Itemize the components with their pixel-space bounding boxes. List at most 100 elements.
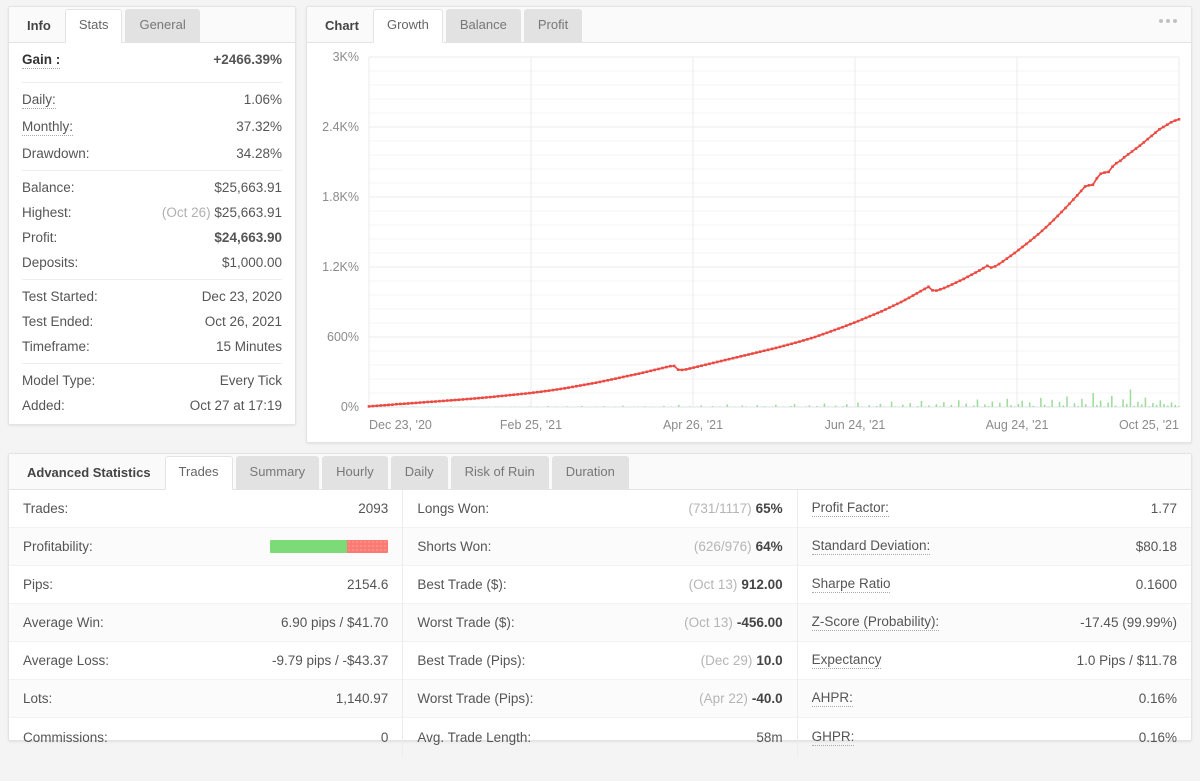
svg-text:2.4K%: 2.4K% [322,120,359,134]
stats-row-amount: -40.0 [751,691,783,706]
stat-value-test-ended: Oct 26, 2021 [204,314,282,329]
stats-row-label: GHPR: [811,728,855,746]
stats-row-label: Standard Deviation: [811,538,931,555]
stats-row-value: (Oct 13) -456.00 [684,615,783,630]
tab-balance[interactable]: Balance [445,9,521,42]
tab-hourly[interactable]: Hourly [322,456,388,489]
stats-row-label: Best Trade (Pips): [417,653,526,668]
stats-row-amount: 64% [755,539,783,554]
stat-label-deposits: Deposits: [22,255,79,270]
stat-row-model-type: Model Type: Every Tick [9,368,295,393]
stats-row: Trades: 2093 [9,490,403,528]
stats-row: Sharpe Ratio 0.1600 [797,566,1191,604]
stats-row-label: Shorts Won: [417,539,492,554]
stat-value-gain: +2466.39% [213,52,282,67]
stat-value-deposits: $1,000.00 [221,255,282,270]
svg-text:3K%: 3K% [333,50,359,64]
stat-value-profit: $24,663.90 [214,230,282,245]
stats-row-value: (Oct 13) 912.00 [689,577,783,592]
stat-label-test-started: Test Started: [22,289,98,304]
stats-row-amount: -9.79 pips / -$43.37 [272,653,389,668]
stat-value-model-type: Every Tick [219,373,282,388]
svg-text:Aug 24, '21: Aug 24, '21 [986,418,1049,432]
stats-row-label: Profitability: [23,539,93,554]
stats-row-value: (626/976) 64% [694,539,783,554]
stat-value-test-started: Dec 23, 2020 [201,289,282,304]
stats-row-value: 0.16% [1139,691,1177,706]
growth-chart-svg: 0% 600% 1.2K% 1.8K% 2.4K% 3K% Dec 23, '20 Feb 2… [322,50,1181,432]
tab-growth[interactable]: Growth [372,9,443,43]
tab-daily[interactable]: Daily [390,456,448,489]
svg-text:600%: 600% [327,330,359,344]
divider [22,82,282,83]
stats-row: AHPR: 0.16% [797,680,1191,718]
stats-row-label: Worst Trade (Pips): [417,691,534,706]
stats-row-amount: 2154.6 [347,577,389,592]
stats-row-amount: -456.00 [736,615,783,630]
stats-column-3: Profit Factor: 1.77 Standard Deviation: $80… [797,490,1191,756]
stats-row: Lots: 1,140.97 [9,680,403,718]
stat-row-gain: Gain : +2466.39% [9,43,295,78]
stats-row-label: Average Loss: [23,653,110,668]
advanced-statistics-panel: Advanced Statistics Trades Summary Hourl… [8,453,1192,756]
svg-text:1.8K%: 1.8K% [322,190,359,204]
stat-row-balance: Balance: $25,663.91 [9,175,295,200]
stats-row-prefix: (731/1117) [688,501,752,516]
tab-general[interactable]: General [125,9,200,42]
stats-row-prefix: (Oct 13) [684,615,733,630]
stats-row-value: -9.79 pips / -$43.37 [272,653,388,668]
stats-row-label: Worst Trade ($): [417,615,515,630]
stats-row-amount: 0.16% [1138,729,1177,745]
stat-prefix-highest: (Oct 26) [161,205,211,220]
stats-row-label: Expectancy [811,652,882,669]
stats-row-amount: 2093 [358,501,389,516]
stats-row-prefix: (626/976) [693,539,752,554]
stats-row-label: Average Win: [23,615,104,630]
svg-text:1.2K%: 1.2K% [322,260,359,274]
stats-row: Shorts Won: (626/976) 64% [403,528,797,566]
stats-row-value: 2154.6 [347,577,388,592]
stats-row-value: (Dec 29) 10.0 [701,653,783,668]
stat-value-monthly: 37.32% [236,119,282,134]
stats-row-label: Lots: [23,691,53,706]
stats-row-amount: 1.77 [1150,501,1177,516]
tab-risk-of-ruin[interactable]: Risk of Ruin [450,456,549,489]
stats-row: Worst Trade ($): (Oct 13) -456.00 [403,604,797,642]
chart-panel: Chart Growth Balance Profit 0% 600% 1.2K% 1… [306,6,1192,443]
profitability-bar [270,540,389,553]
stat-row-daily: Daily: 1.06% [9,87,295,114]
stats-row: Best Trade (Pips): (Dec 29) 10.0 [403,642,797,680]
advanced-tabstrip: Advanced Statistics Trades Summary Hourl… [9,454,1191,490]
stats-row-label: Pips: [23,577,54,592]
chart-panel-title: Chart [325,18,359,33]
stats-row-value: (Apr 22) -40.0 [699,691,783,706]
stats-row-value: (731/1117) 65% [688,501,782,516]
advanced-statistics-grid: Trades: 2093 Profitability: Pips: 2154.6 Aver… [9,490,1191,756]
stats-row-amount: 65% [755,501,783,516]
tab-trades[interactable]: Trades [164,456,233,490]
svg-text:0%: 0% [341,400,359,414]
stats-row-value: 1.0 Pips / $11.78 [1077,653,1177,668]
stat-label-drawdown: Drawdown: [22,146,90,161]
stats-row-amount: 58m [756,729,783,745]
tab-summary[interactable]: Summary [235,456,320,489]
stats-row: Commissions: 0 [9,718,402,756]
stats-row-amount: 10.0 [756,653,783,668]
stats-row-label: Z-Score (Probability): [811,614,940,631]
stats-panel: Info Stats General Gain : +2466.39% Dail… [8,6,296,425]
stats-row: Expectancy 1.0 Pips / $11.78 [797,642,1191,680]
stat-value-daily: 1.06% [243,92,282,107]
stat-value-added: Oct 27 at 17:19 [189,398,282,413]
stat-row-drawdown: Drawdown: 34.28% [9,141,295,166]
stats-row-amount: 6.90 pips / $41.70 [280,615,389,630]
tab-duration[interactable]: Duration [551,456,629,489]
more-horizontal-icon[interactable] [1159,19,1177,23]
stats-row: Avg. Trade Length: 58m [403,718,796,756]
app-root: Info Stats General Gain : +2466.39% Dail… [0,0,1200,781]
tab-stats[interactable]: Stats [64,9,123,43]
divider [22,170,282,171]
stat-label-model-type: Model Type: [22,373,96,388]
stats-panel-title: Info [27,18,51,33]
stats-row-prefix: (Apr 22) [699,691,748,706]
tab-profit[interactable]: Profit [523,9,583,42]
